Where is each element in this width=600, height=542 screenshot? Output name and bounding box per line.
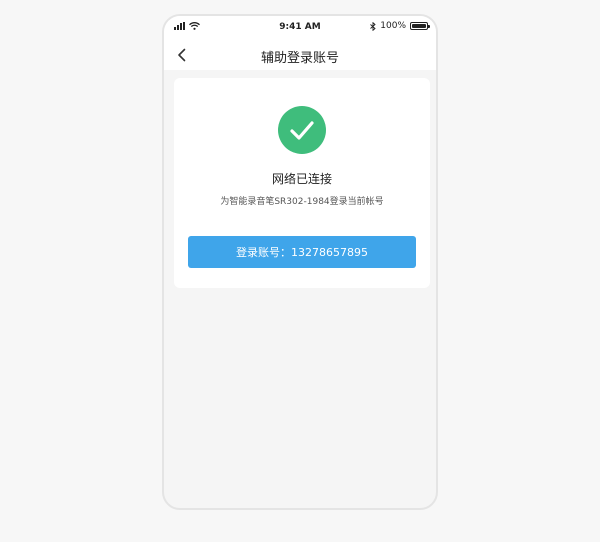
connection-card: 网络已连接 为智能录音笔SR302-1984登录当前帐号 登录账号：132786… [174, 78, 430, 288]
check-circle-icon [278, 106, 326, 154]
nav-bar: 辅助登录账号 [164, 40, 436, 70]
status-right: 100% [370, 21, 430, 31]
bluetooth-icon [370, 21, 376, 31]
battery-icon [410, 22, 430, 30]
status-bar: 9:41 AM 100% [164, 16, 436, 40]
status-subtitle: 为智能录音笔SR302-1984登录当前帐号 [220, 197, 384, 207]
login-account-button[interactable]: 登录账号：13278657895 [188, 236, 416, 268]
status-title: 网络已连接 [271, 172, 332, 186]
phone-frame: 9:41 AM 100% 辅助登录账号 网络已连接 为智能录音笔SR302-19… [162, 14, 438, 510]
page-title: 辅助登录账号 [260, 51, 339, 66]
battery-level [412, 24, 426, 28]
battery-percent: 100% [380, 21, 406, 31]
